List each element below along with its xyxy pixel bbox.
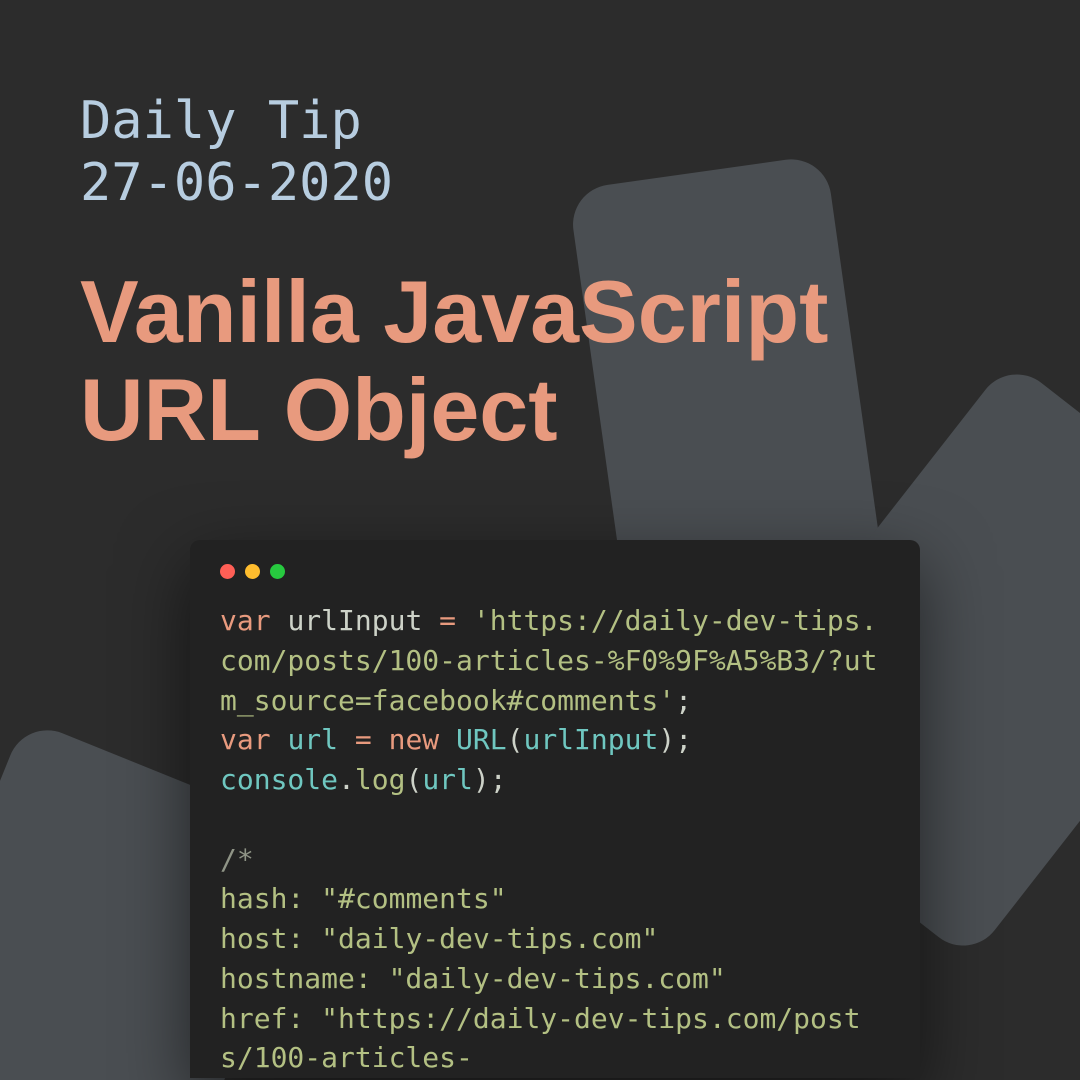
code-lpar: ( [405, 763, 422, 796]
code-comment: /* hash: "#comments" host: "daily-dev-ti… [220, 843, 861, 1075]
comment-key: host: [220, 922, 304, 955]
code-semi: ; [490, 763, 507, 796]
comment-key: hash: [220, 882, 304, 915]
code-rpar: ) [473, 763, 490, 796]
code-window: var urlInput = 'https://daily-dev-tips.c… [190, 540, 920, 1078]
comment-open: /* [220, 843, 254, 876]
comment-val: "https://daily-dev-tips.com/posts/100-ar… [220, 1002, 861, 1075]
code-dot: . [338, 763, 355, 796]
header-block: Daily Tip 27-06-2020 Vanilla JavaScript … [0, 0, 1080, 460]
subtitle-line2: 27-06-2020 [80, 153, 393, 213]
code-eq: = [439, 604, 456, 637]
code-eq: = [355, 723, 372, 756]
close-icon [220, 564, 235, 579]
comment-val: "daily-dev-tips.com" [304, 922, 658, 955]
code-block: var urlInput = 'https://daily-dev-tips.c… [220, 601, 890, 1078]
code-keyword: var [220, 723, 271, 756]
minimize-icon [245, 564, 260, 579]
subtitle-line1: Daily Tip [80, 91, 362, 151]
code-ctor: URL [456, 723, 507, 756]
code-keyword: var [220, 604, 271, 637]
code-arg: urlInput [523, 723, 658, 756]
code-ident: urlInput [287, 604, 422, 637]
code-keyword: new [389, 723, 440, 756]
code-ident: url [287, 723, 338, 756]
code-rpar: ) [658, 723, 675, 756]
code-semi: ; [675, 684, 692, 717]
code-arg: url [422, 763, 473, 796]
code-semi: ; [675, 723, 692, 756]
code-console: console [220, 763, 338, 796]
comment-val: "daily-dev-tips.com" [372, 962, 726, 995]
maximize-icon [270, 564, 285, 579]
subtitle: Daily Tip 27-06-2020 [80, 90, 1000, 215]
title-line2: URL Object [80, 360, 558, 459]
comment-val: "#comments" [304, 882, 506, 915]
title-line1: Vanilla JavaScript [80, 262, 828, 361]
page-title: Vanilla JavaScript URL Object [80, 263, 1000, 460]
window-controls [220, 564, 890, 579]
code-method: log [355, 763, 406, 796]
comment-key: href: [220, 1002, 304, 1035]
comment-key: hostname: [220, 962, 372, 995]
code-lpar: ( [507, 723, 524, 756]
